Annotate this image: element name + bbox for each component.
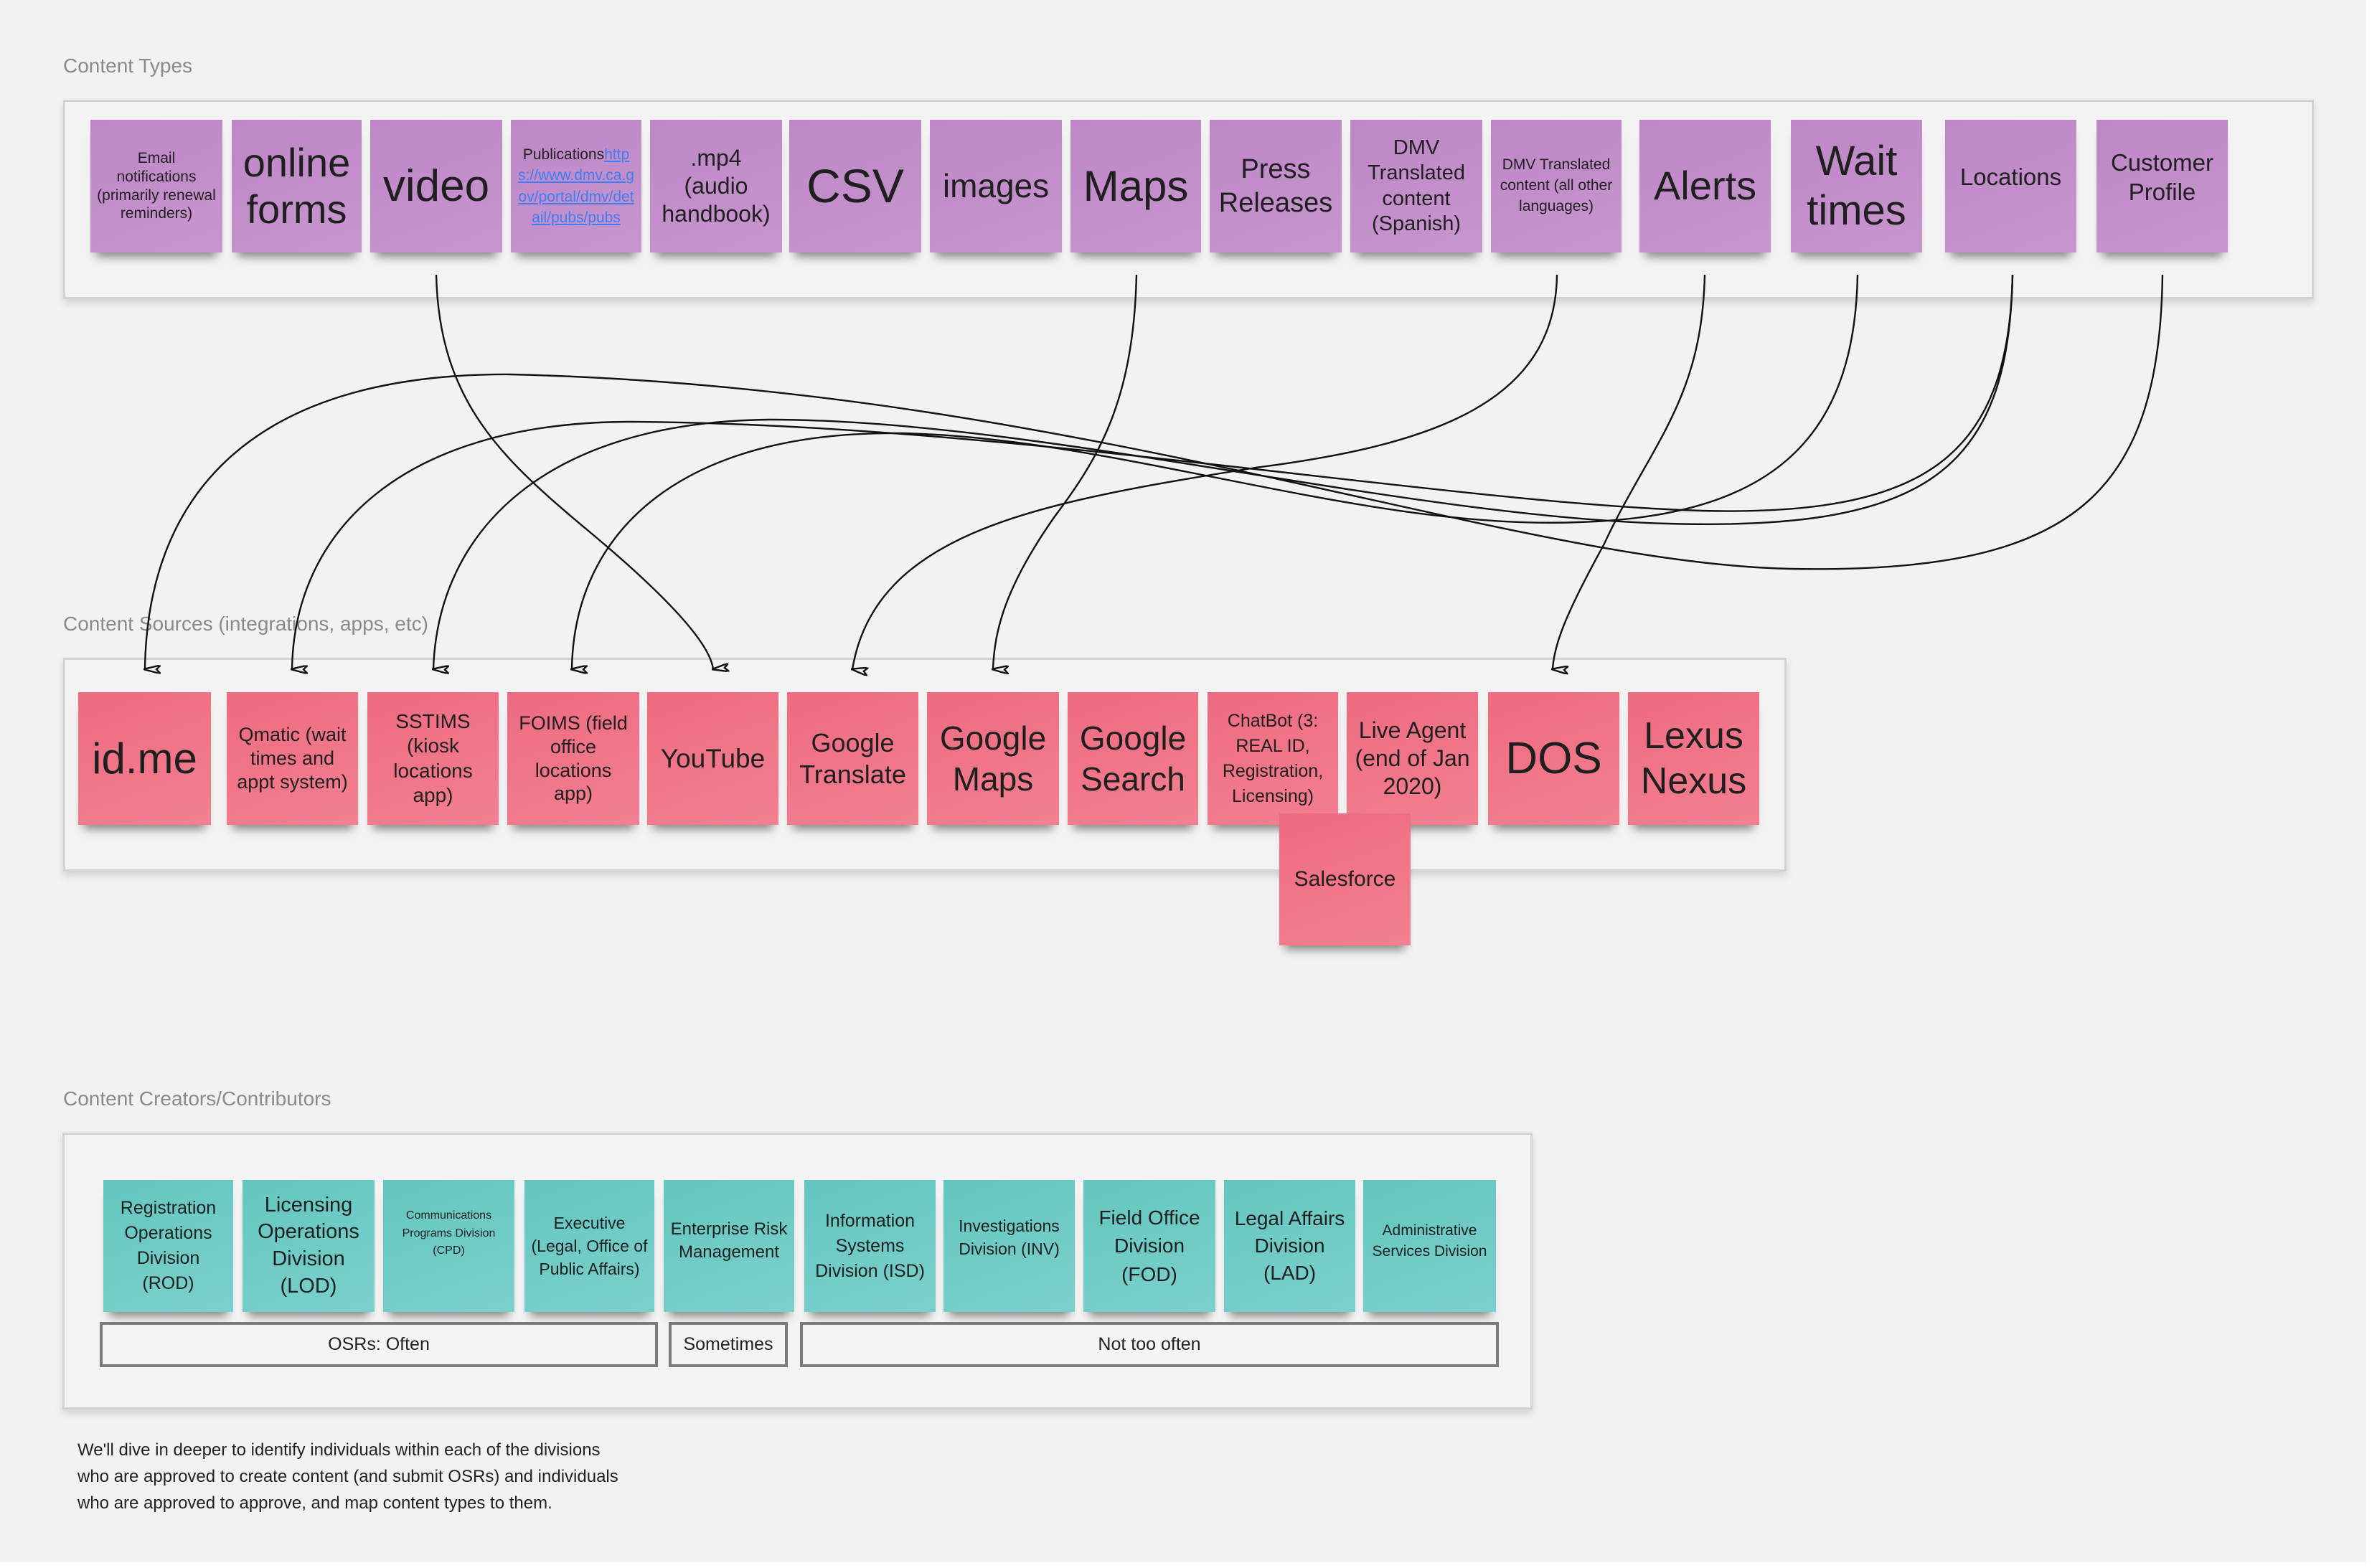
sticky-mp4-text: .mp4 (audio handbook) (662, 144, 771, 227)
sticky-publications[interactable]: Publicationshttps://www.dmv.ca.gov/porta… (511, 120, 641, 252)
sticky-admin-text: Administrative Services Division (1372, 1222, 1487, 1260)
sticky-dmv-spanish-text: DMV Translated content (Spanish) (1368, 136, 1465, 235)
sticky-foims-text: FOIMS (field office locations app) (519, 712, 628, 805)
band-sometimes-text: Sometimes (683, 1334, 773, 1354)
band-often-text: OSRs: Often (328, 1334, 430, 1354)
band-often[interactable]: OSRs: Often (100, 1322, 658, 1367)
sticky-inv[interactable]: Investigations Division (INV) (943, 1180, 1075, 1312)
sticky-wait-times-text: Wait times (1807, 138, 1906, 234)
sticky-rod-text: Registration Operations Division (ROD) (120, 1198, 217, 1293)
sticky-youtube-text: YouTube (660, 743, 766, 773)
sticky-lad-text: Legal Affairs Division (LAD) (1234, 1207, 1345, 1284)
sticky-google-maps[interactable]: Google Maps (927, 692, 1059, 825)
sticky-idme[interactable]: id.me (78, 692, 211, 825)
whiteboard-canvas[interactable]: Content Types Email notifications (prima… (0, 0, 2366, 1562)
sticky-online-forms-text: online forms (243, 140, 351, 232)
content-types-label: Content Types (63, 55, 193, 77)
sticky-online-forms[interactable]: online forms (232, 120, 362, 252)
sticky-customer-profile[interactable]: Customer Profile (2096, 120, 2228, 252)
sticky-fod[interactable]: Field Office Division (FOD) (1083, 1180, 1215, 1312)
sticky-idme-text: id.me (92, 734, 197, 783)
sticky-cpd-text: Communications Programs Division (CPD) (402, 1209, 496, 1257)
band-sometimes[interactable]: Sometimes (669, 1322, 788, 1367)
sticky-live-agent[interactable]: Live Agent (end of Jan 2020) (1347, 692, 1478, 825)
sticky-inv-text: Investigations Division (INV) (959, 1216, 1060, 1258)
sticky-publications-text: Publications (522, 146, 605, 163)
sticky-isd-text: Information Systems Division (ISD) (815, 1210, 925, 1281)
sticky-salesforce[interactable]: Salesforce (1279, 813, 1411, 945)
sticky-fod-text: Field Office Division (FOD) (1098, 1206, 1200, 1285)
sticky-google-search-text: Google Search (1079, 719, 1187, 798)
sticky-isd[interactable]: Information Systems Division (ISD) (804, 1180, 936, 1312)
sticky-executive-text: Executive (Legal, Office of Public Affai… (531, 1213, 648, 1279)
sticky-executive[interactable]: Executive (Legal, Office of Public Affai… (524, 1180, 654, 1312)
sticky-maps-text: Maps (1083, 161, 1189, 210)
sticky-maps[interactable]: Maps (1070, 120, 1201, 252)
sticky-alerts-text: Alerts (1653, 163, 1757, 209)
sticky-locations-text: Locations (1959, 164, 2062, 191)
sticky-email-text: Email notifications (primarily renewal r… (97, 150, 216, 222)
sticky-google-translate-text: Google Translate (799, 727, 906, 789)
sticky-dos[interactable]: DOS (1488, 692, 1619, 825)
sticky-foims[interactable]: FOIMS (field office locations app) (507, 692, 639, 825)
sticky-lod[interactable]: Licensing Operations Division (LOD) (243, 1180, 375, 1312)
band-not-too-often-text: Not too often (1098, 1334, 1201, 1354)
sticky-lod-text: Licensing Operations Division (LOD) (258, 1193, 359, 1298)
sticky-dmv-other-languages[interactable]: DMV Translated content (all other langua… (1491, 120, 1622, 252)
sticky-dmv-spanish[interactable]: DMV Translated content (Spanish) (1350, 120, 1482, 252)
sticky-locations[interactable]: Locations (1945, 120, 2076, 252)
sticky-chatbot[interactable]: ChatBot (3: REAL ID, Registration, Licen… (1208, 692, 1338, 825)
sticky-customer-profile-text: Customer Profile (2110, 149, 2214, 205)
sticky-images[interactable]: images (930, 120, 1062, 252)
content-sources-label: Content Sources (integrations, apps, etc… (63, 613, 428, 635)
note-line: We'll dive in deeper to identify individ… (77, 1440, 601, 1460)
sticky-video[interactable]: video (370, 120, 502, 252)
sticky-lexus-nexus[interactable]: Lexus Nexus (1628, 692, 1759, 825)
sticky-qmatic[interactable]: Qmatic (wait times and appt system) (227, 692, 358, 825)
sticky-dos-text: DOS (1505, 733, 1602, 783)
sticky-live-agent-text: Live Agent (end of Jan 2020) (1355, 717, 1470, 800)
sticky-google-search[interactable]: Google Search (1068, 692, 1198, 825)
sticky-sstims[interactable]: SSTIMS (kiosk locations app) (367, 692, 499, 825)
sticky-press-releases-text: Press Releases (1218, 154, 1333, 218)
note-line: who are approved to approve, and map con… (77, 1493, 552, 1513)
content-creators-label: Content Creators/Contributors (63, 1087, 331, 1110)
sticky-admin[interactable]: Administrative Services Division (1363, 1180, 1496, 1312)
sticky-dmv-other-languages-text: DMV Translated content (all other langua… (1500, 156, 1613, 214)
sticky-youtube[interactable]: YouTube (647, 692, 778, 825)
note-text: We'll dive in deeper to identify individ… (77, 1437, 618, 1516)
sticky-sstims-text: SSTIMS (kiosk locations app) (393, 710, 473, 806)
sticky-chatbot-text: ChatBot (3: REAL ID, Registration, Licen… (1222, 710, 1324, 806)
sticky-mp4[interactable]: .mp4 (audio handbook) (650, 120, 782, 252)
sticky-rod[interactable]: Registration Operations Division (ROD) (103, 1180, 233, 1312)
sticky-salesforce-text: Salesforce (1294, 866, 1396, 891)
sticky-wait-times[interactable]: Wait times (1791, 120, 1922, 252)
sticky-video-text: video (382, 161, 490, 211)
sticky-csv-text: CSV (806, 159, 904, 213)
sticky-lexus-nexus-text: Lexus Nexus (1640, 715, 1747, 802)
sticky-qmatic-text: Qmatic (wait times and appt system) (237, 724, 348, 793)
sticky-press-releases[interactable]: Press Releases (1210, 120, 1342, 252)
sticky-images-text: images (942, 167, 1050, 205)
band-not-too-often[interactable]: Not too often (800, 1322, 1499, 1367)
sticky-cpd[interactable]: Communications Programs Division (CPD) (383, 1180, 514, 1312)
sticky-erm[interactable]: Enterprise Risk Management (664, 1180, 794, 1312)
sticky-erm-text: Enterprise Risk Management (670, 1219, 788, 1262)
sticky-google-translate[interactable]: Google Translate (787, 692, 918, 825)
sticky-csv[interactable]: CSV (789, 120, 921, 252)
sticky-lad[interactable]: Legal Affairs Division (LAD) (1224, 1180, 1355, 1312)
sticky-google-maps-text: Google Maps (939, 719, 1047, 798)
note-line: who are approved to create content (and … (77, 1467, 618, 1486)
sticky-email[interactable]: Email notifications (primarily renewal r… (90, 120, 222, 252)
sticky-alerts[interactable]: Alerts (1639, 120, 1771, 252)
